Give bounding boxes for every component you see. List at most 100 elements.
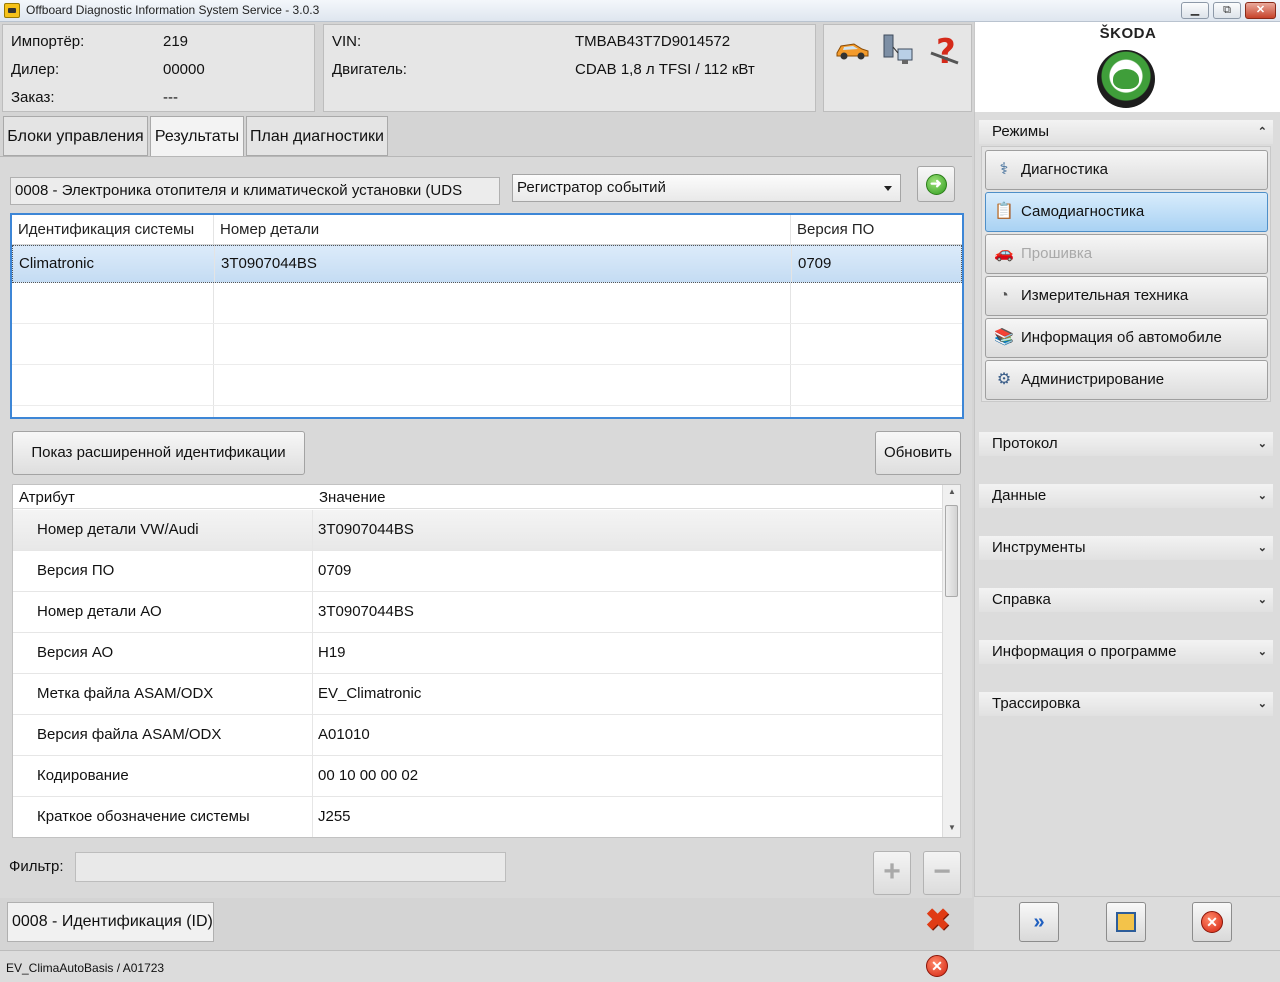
mode-label: Самодиагностика xyxy=(1021,203,1145,220)
table-row[interactable]: Метка файла ASAM/ODX EV_Climatronic xyxy=(13,674,943,715)
expand-icon[interactable]: ⌄ xyxy=(1258,432,1267,456)
window-title: Offboard Diagnostic Information System S… xyxy=(26,3,320,17)
screenshot-button[interactable] xyxy=(1106,902,1146,942)
cell-part-number: 3T0907044BS xyxy=(215,246,792,282)
system-identification-table: Идентификация системы Номер детали Верси… xyxy=(10,213,964,419)
function-select[interactable]: Регистратор событий xyxy=(512,174,901,202)
table-row[interactable]: Краткое обозначение системы J255 xyxy=(13,797,943,837)
modes-section-header[interactable]: Режимы ⌃ xyxy=(979,120,1273,144)
dealer-value: 00000 xyxy=(163,61,205,78)
mode-label: Администрирование xyxy=(1021,371,1165,388)
status-bar: EV_ClimaAutoBasis / A01723 ✕ xyxy=(0,950,1280,982)
table-row[interactable]: Версия АО H19 xyxy=(13,633,943,674)
engine-label: Двигатель: xyxy=(332,61,407,78)
minimize-button[interactable]: ▁ xyxy=(1181,2,1209,19)
attribute-name: Метка файла ASAM/ODX xyxy=(37,685,214,702)
attribute-value: 0709 xyxy=(318,562,352,579)
close-result-icon[interactable]: ✖ xyxy=(925,903,950,938)
attribute-name: Краткое обозначение системы xyxy=(37,808,250,825)
order-value: --- xyxy=(163,89,178,106)
scroll-down-icon[interactable]: ▼ xyxy=(948,823,956,832)
exit-icon: ✕ xyxy=(1201,911,1223,933)
ecu-name-field: 0008 - Электроника отопителя и климатиче… xyxy=(10,177,500,205)
attribute-value: 3T0907044BS xyxy=(318,521,414,538)
mode-label: Прошивка xyxy=(1021,245,1093,262)
app-icon xyxy=(4,3,20,18)
expand-icon[interactable]: ⌄ xyxy=(1258,692,1267,716)
skoda-logo-icon xyxy=(1097,50,1155,108)
function-select-value: Регистратор событий xyxy=(517,179,666,196)
mode-button[interactable]: 🚗 Прошивка xyxy=(985,234,1268,274)
refresh-button[interactable]: Обновить xyxy=(875,431,961,475)
extended-identification-button[interactable]: Показ расширенной идентификации xyxy=(12,431,305,475)
go-button[interactable] xyxy=(917,166,955,202)
exit-button[interactable]: ✕ xyxy=(1192,902,1232,942)
section-title: Информация о программе xyxy=(992,643,1177,660)
attribute-value: 3T0907044BS xyxy=(318,603,414,620)
car-icon[interactable] xyxy=(834,39,870,61)
section-header[interactable]: Справка ⌄ xyxy=(979,588,1273,612)
arrow-right-icon xyxy=(926,174,947,195)
error-indicator-icon[interactable]: ✕ xyxy=(926,955,948,977)
restore-button[interactable]: ⧉ xyxy=(1213,2,1241,19)
expand-icon[interactable]: ⌄ xyxy=(1258,484,1267,508)
column-header-attribute[interactable]: Атрибут xyxy=(19,489,75,506)
section-title: Протокол xyxy=(992,435,1058,452)
mode-button[interactable]: ⚕ Диагностика xyxy=(985,150,1268,190)
expand-icon[interactable]: ⌄ xyxy=(1258,588,1267,612)
importer-value: 219 xyxy=(163,33,189,50)
close-window-button[interactable]: ✕ xyxy=(1245,2,1276,19)
network-icon[interactable] xyxy=(880,33,916,69)
section-header[interactable]: Трассировка ⌄ xyxy=(979,692,1273,716)
table-row[interactable]: Версия файла ASAM/ODX A01010 xyxy=(13,715,943,756)
expand-icon[interactable]: ⌄ xyxy=(1258,536,1267,560)
tab-control-units[interactable]: Блоки управления xyxy=(3,116,148,156)
help-icon[interactable]: ? xyxy=(928,31,964,72)
column-header-system[interactable]: Идентификация системы xyxy=(12,215,214,244)
section-header[interactable]: Информация о программе ⌄ xyxy=(979,640,1273,664)
attribute-name: Версия файла ASAM/ODX xyxy=(37,726,222,743)
collapse-icon[interactable]: ⌃ xyxy=(1258,120,1267,144)
section-header[interactable]: Протокол ⌄ xyxy=(979,432,1273,456)
modes-title: Режимы xyxy=(992,123,1050,140)
section-header[interactable]: Данные ⌄ xyxy=(979,484,1273,508)
table-row[interactable]: Номер детали АО 3T0907044BS xyxy=(13,592,943,633)
attribute-name: Номер детали АО xyxy=(37,603,162,620)
mode-button[interactable]: 📚 Информация об автомобиле xyxy=(985,318,1268,358)
add-filter-button[interactable]: + xyxy=(873,851,911,895)
forward-button[interactable]: » xyxy=(1019,902,1059,942)
table-row[interactable]: Climatronic 3T0907044BS 0709 xyxy=(12,245,962,283)
remove-filter-button[interactable]: − xyxy=(923,851,961,895)
clipboard-icon: 📋 xyxy=(994,203,1014,220)
column-header-value[interactable]: Значение xyxy=(319,489,386,506)
tab-diagnostic-plan[interactable]: План диагностики xyxy=(246,116,388,156)
column-header-sw-version[interactable]: Версия ПО xyxy=(791,215,962,244)
tab-results[interactable]: Результаты xyxy=(150,116,244,157)
attribute-scrollbar[interactable]: ▲ ▼ xyxy=(942,485,960,837)
attribute-name: Версия АО xyxy=(37,644,114,661)
cell-system: Climatronic xyxy=(13,246,215,282)
section-header[interactable]: Инструменты ⌄ xyxy=(979,536,1273,560)
mode-button[interactable]: 📋 Самодиагностика xyxy=(985,192,1268,232)
filter-input[interactable] xyxy=(75,852,506,882)
table-row[interactable]: Версия ПО 0709 xyxy=(13,551,943,592)
column-header-part-number[interactable]: Номер детали xyxy=(214,215,791,244)
attribute-value: 00 10 00 00 02 xyxy=(318,767,419,784)
scroll-up-icon[interactable]: ▲ xyxy=(948,487,956,496)
cell-sw-version: 0709 xyxy=(798,255,832,272)
expand-icon[interactable]: ⌄ xyxy=(1258,640,1267,664)
table-row[interactable]: Номер детали VW/Audi 3T0907044BS xyxy=(13,510,943,551)
mode-button[interactable]: ⚙ Администрирование xyxy=(985,360,1268,400)
chevron-down-icon xyxy=(884,186,892,191)
table-header: Идентификация системы Номер детали Верси… xyxy=(12,215,962,245)
identification-result-tab[interactable]: 0008 - Идентификация (ID) xyxy=(7,902,214,942)
attribute-value: H19 xyxy=(318,644,346,661)
mode-label: Измерительная техника xyxy=(1021,287,1189,304)
mode-button[interactable]: ◔ Измерительная техника xyxy=(985,276,1268,316)
vin-value: TMBAB43T7D9014572 xyxy=(575,33,731,50)
gear-icon: ⚙ xyxy=(996,371,1012,388)
brand-logo-area: ŠKODA xyxy=(974,22,1280,112)
table-row[interactable]: Кодирование 00 10 00 00 02 xyxy=(13,756,943,797)
scrollbar-thumb[interactable] xyxy=(945,505,958,597)
car-flash-icon: 🚗 xyxy=(994,245,1014,262)
